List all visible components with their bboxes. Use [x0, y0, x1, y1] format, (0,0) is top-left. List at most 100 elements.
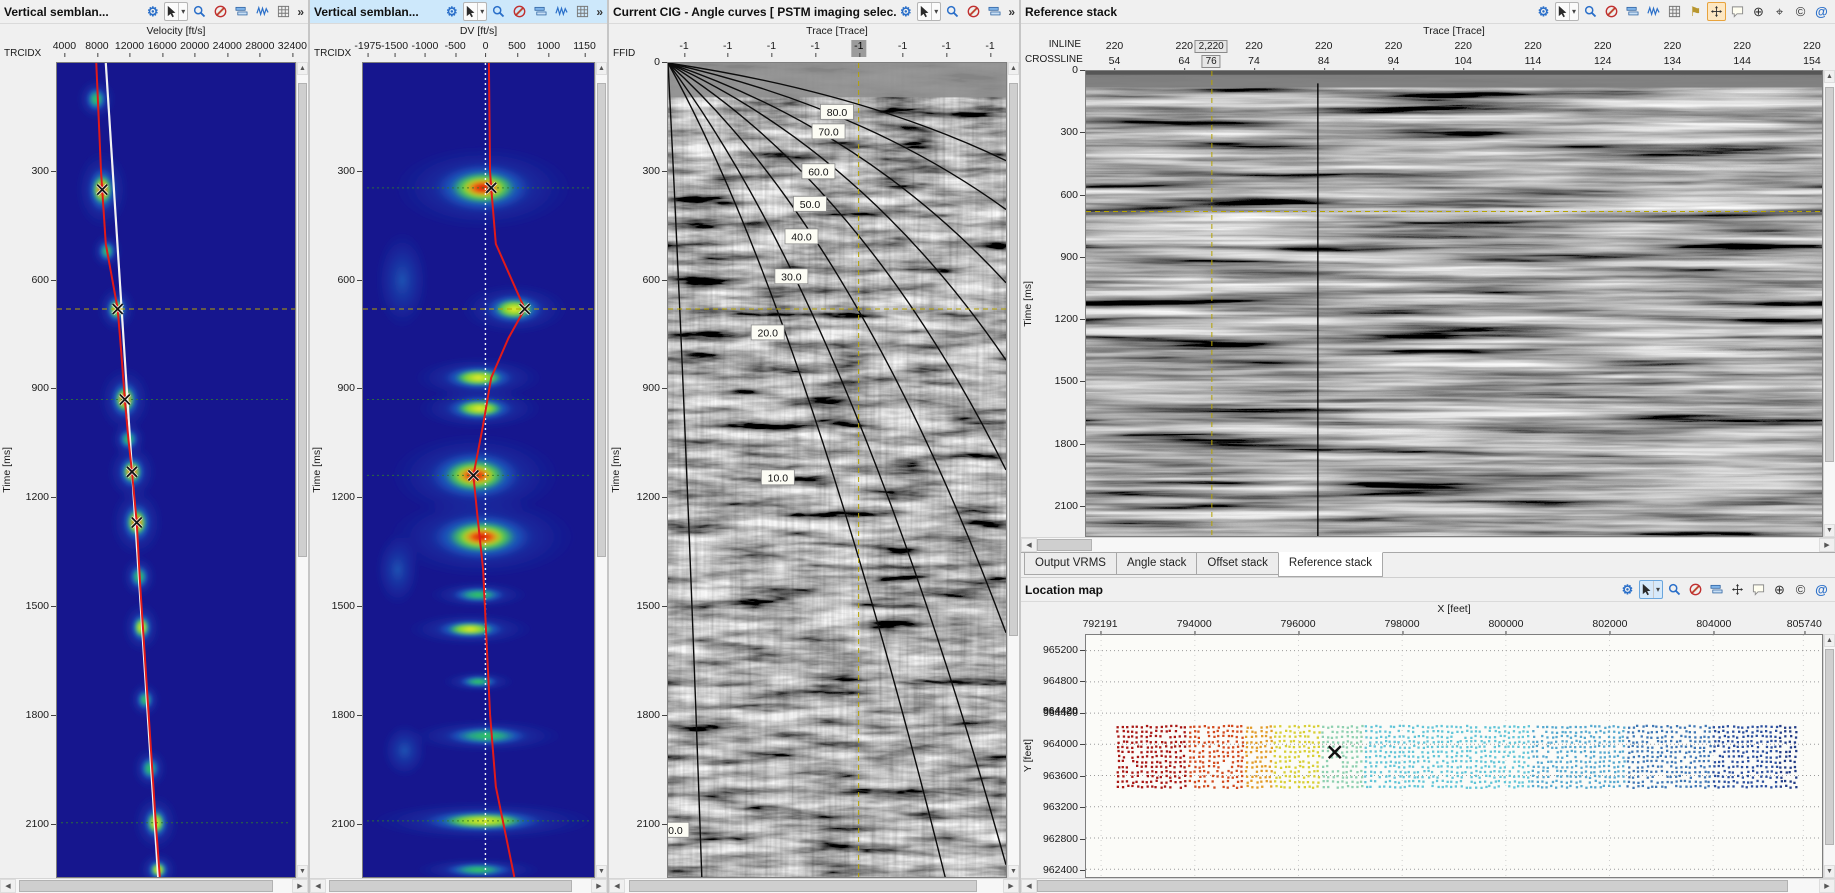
semblance-velocity-canvas[interactable]	[56, 62, 296, 878]
scroll-track[interactable]	[16, 879, 292, 893]
scroll-track[interactable]	[1008, 75, 1019, 865]
scroll-down-button[interactable]: ▼	[596, 865, 607, 878]
scroll-thumb[interactable]	[1825, 649, 1834, 845]
scroll-left-button[interactable]: ◀	[1021, 538, 1037, 552]
cursor-tool-button[interactable]: ▾	[917, 2, 941, 21]
pan-crosshair-button[interactable]	[1728, 580, 1747, 599]
scroll-up-button[interactable]: ▲	[1824, 634, 1835, 647]
scroll-up-button[interactable]: ▲	[1824, 70, 1835, 83]
scroll-left-button[interactable]: ◀	[1021, 879, 1037, 893]
scroll-left-button[interactable]: ◀	[609, 879, 625, 893]
zoom-button[interactable]	[1665, 580, 1684, 599]
vertical-scrollbar[interactable]: ▲ ▼	[1007, 62, 1019, 878]
layers-button[interactable]	[531, 2, 550, 21]
chevron-down-icon[interactable]: ▾	[1653, 581, 1662, 598]
cursor-tool-button[interactable]: ▾	[164, 2, 188, 21]
scroll-down-button[interactable]: ▼	[1824, 865, 1835, 878]
wiggle-display-button[interactable]	[552, 2, 571, 21]
zoom-button[interactable]	[489, 2, 508, 21]
scroll-left-button[interactable]: ◀	[310, 879, 326, 893]
target-icon[interactable]: ⊕	[1749, 2, 1768, 21]
layers-button[interactable]	[1623, 2, 1642, 21]
scroll-up-button[interactable]: ▲	[1008, 62, 1019, 75]
scroll-track[interactable]	[1037, 879, 1819, 893]
comment-button[interactable]	[1728, 2, 1747, 21]
horizontal-scrollbar[interactable]: ◀ ▶	[310, 878, 607, 893]
scroll-track[interactable]	[1037, 538, 1819, 552]
grid-display-button[interactable]	[573, 2, 592, 21]
vertical-scrollbar[interactable]: ▲ ▼	[296, 62, 308, 878]
layers-button[interactable]	[1707, 580, 1726, 599]
scroll-right-button[interactable]: ▶	[591, 879, 607, 893]
tab-angle-stack[interactable]: Angle stack	[1116, 553, 1197, 575]
wiggle-display-button[interactable]	[253, 2, 272, 21]
scroll-thumb[interactable]	[19, 880, 273, 892]
scroll-track[interactable]	[326, 879, 591, 893]
scroll-thumb[interactable]	[1037, 880, 1788, 892]
scroll-right-button[interactable]: ▶	[1003, 879, 1019, 893]
scroll-down-button[interactable]: ▼	[297, 865, 308, 878]
gear-icon[interactable]: ⚙	[896, 2, 915, 21]
cursor-tool-button[interactable]: ▾	[1639, 580, 1663, 599]
tab-reference-stack[interactable]: Reference stack	[1278, 552, 1383, 577]
at-icon[interactable]: @	[1812, 2, 1831, 21]
toolbar-overflow-chevrons[interactable]: »	[596, 5, 603, 19]
grid-display-button[interactable]	[1665, 2, 1684, 21]
gear-icon[interactable]: ⚙	[1618, 580, 1637, 599]
layers-button[interactable]	[232, 2, 251, 21]
semblance-dv-canvas[interactable]	[362, 62, 595, 878]
scroll-down-button[interactable]: ▼	[1824, 524, 1835, 537]
tab-output-vrms[interactable]: Output VRMS	[1024, 553, 1117, 575]
gear-icon[interactable]: ⚙	[442, 2, 461, 21]
horizontal-scrollbar[interactable]: ◀ ▶	[1021, 878, 1835, 893]
horizontal-scrollbar[interactable]: ◀ ▶	[1021, 537, 1835, 552]
stack-section-canvas[interactable]	[1085, 70, 1823, 537]
wiggle-display-button[interactable]	[1644, 2, 1663, 21]
gear-icon[interactable]: ⚙	[143, 2, 162, 21]
no-pick-button[interactable]	[510, 2, 529, 21]
scroll-track[interactable]	[625, 879, 1003, 893]
chevron-down-icon[interactable]: ▾	[1569, 3, 1578, 20]
scroll-up-button[interactable]: ▲	[596, 62, 607, 75]
position-indicator-icon[interactable]: ⌖	[1770, 2, 1789, 21]
scroll-thumb[interactable]	[597, 83, 606, 557]
chevron-down-icon[interactable]: ▾	[178, 3, 187, 20]
chevron-down-icon[interactable]: ▾	[931, 3, 940, 20]
toolbar-overflow-chevrons[interactable]: »	[297, 5, 304, 19]
scroll-thumb[interactable]	[1825, 87, 1834, 462]
copyright-icon[interactable]: ©	[1791, 580, 1810, 599]
scroll-track[interactable]	[596, 75, 607, 865]
flag-icon[interactable]: ⚑	[1686, 2, 1705, 21]
scroll-down-button[interactable]: ▼	[1008, 865, 1019, 878]
scroll-thumb[interactable]	[1009, 83, 1018, 636]
vertical-scrollbar[interactable]: ▲ ▼	[595, 62, 607, 878]
scroll-up-button[interactable]: ▲	[297, 62, 308, 75]
zoom-button[interactable]	[943, 2, 962, 21]
copyright-icon[interactable]: ©	[1791, 2, 1810, 21]
scroll-track[interactable]	[297, 75, 308, 865]
no-pick-button[interactable]	[964, 2, 983, 21]
scroll-right-button[interactable]: ▶	[292, 879, 308, 893]
layers-button[interactable]	[985, 2, 1004, 21]
scroll-track[interactable]	[1824, 647, 1835, 865]
scroll-thumb[interactable]	[329, 880, 573, 892]
no-pick-button[interactable]	[1602, 2, 1621, 21]
cursor-tool-button[interactable]: ▾	[463, 2, 487, 21]
scroll-right-button[interactable]: ▶	[1819, 879, 1835, 893]
scroll-thumb[interactable]	[298, 83, 307, 557]
zoom-button[interactable]	[190, 2, 209, 21]
no-pick-button[interactable]	[211, 2, 230, 21]
vertical-scrollbar[interactable]: ▲ ▼	[1823, 634, 1835, 878]
scroll-right-button[interactable]: ▶	[1819, 538, 1835, 552]
location-map-canvas[interactable]	[1085, 634, 1823, 878]
cig-gather-canvas[interactable]: 80.070.060.050.040.030.020.010.00.0	[667, 62, 1007, 878]
pan-crosshair-button[interactable]	[1707, 2, 1726, 21]
scroll-thumb[interactable]	[629, 880, 977, 892]
horizontal-scrollbar[interactable]: ◀ ▶	[609, 878, 1019, 893]
target-icon[interactable]: ⊕	[1770, 580, 1789, 599]
vertical-scrollbar[interactable]: ▲ ▼	[1823, 70, 1835, 537]
chevron-down-icon[interactable]: ▾	[477, 3, 486, 20]
toolbar-overflow-chevrons[interactable]: »	[1008, 5, 1015, 19]
scroll-track[interactable]	[1824, 83, 1835, 524]
comment-button[interactable]	[1749, 580, 1768, 599]
